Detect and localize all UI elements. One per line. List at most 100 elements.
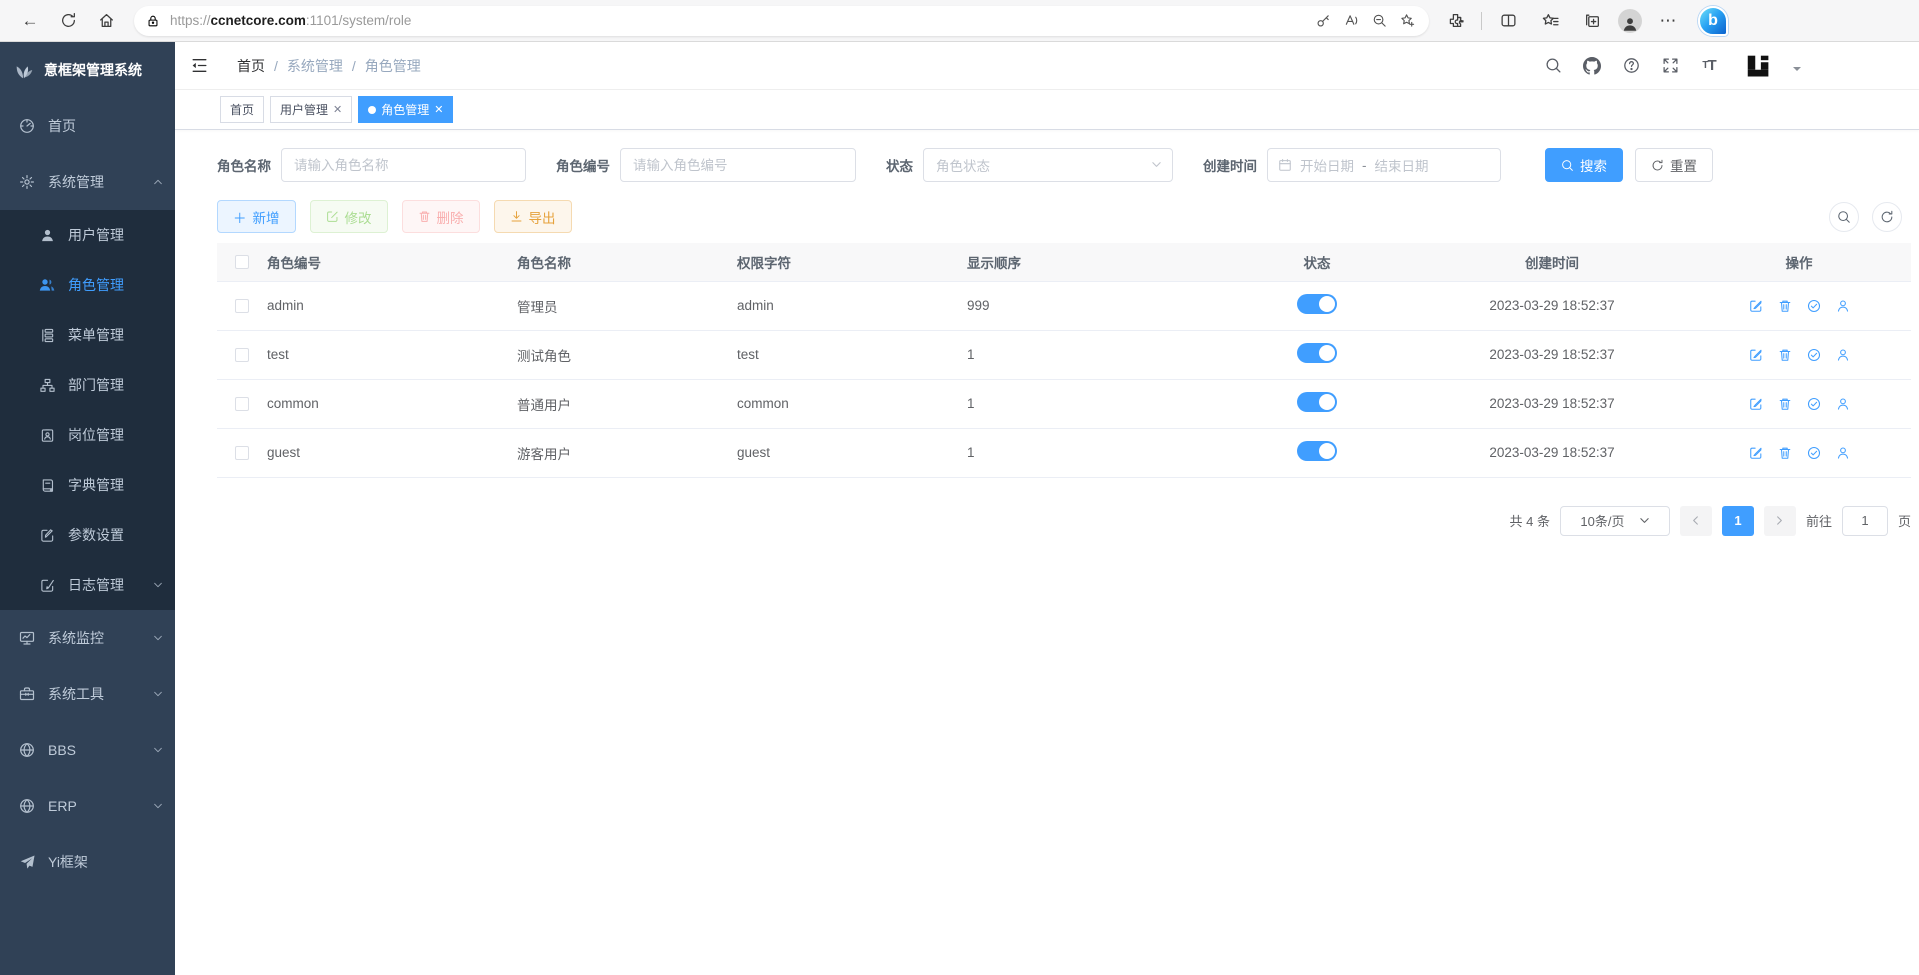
sidebar-item-yi-framework[interactable]: Yi框架 xyxy=(0,834,175,890)
bing-chat-icon[interactable]: b xyxy=(1698,6,1728,36)
profile-avatar[interactable] xyxy=(1618,9,1642,33)
more-menu-icon[interactable]: ⋯ xyxy=(1652,5,1684,37)
tab-user-mgmt[interactable]: 用户管理 ✕ xyxy=(270,96,352,123)
row-delete-icon[interactable] xyxy=(1777,445,1792,460)
row-checkbox[interactable] xyxy=(235,299,249,313)
table-row: common 普通用户 common 1 2023-03-29 18:52:37 xyxy=(217,379,1911,428)
sidebar-item-user-mgmt[interactable]: 用户管理 xyxy=(0,210,175,260)
row-assign-user-icon[interactable] xyxy=(1835,347,1850,362)
row-assign-user-icon[interactable] xyxy=(1835,298,1850,313)
refresh-icon[interactable] xyxy=(52,5,84,37)
date-range-input[interactable]: 开始日期 - 结束日期 xyxy=(1267,148,1501,182)
sidebar-item-system-mgmt[interactable]: 系统管理 xyxy=(0,154,175,210)
home-icon[interactable] xyxy=(90,5,122,37)
show-search-icon[interactable] xyxy=(1829,202,1859,232)
breadcrumb-home[interactable]: 首页 xyxy=(237,56,265,76)
add-button[interactable]: ＋新增 xyxy=(217,200,296,233)
sidebar-item-role-mgmt[interactable]: 角色管理 xyxy=(0,260,175,310)
monitor-icon xyxy=(19,630,35,646)
sidebar-item-home[interactable]: 首页 xyxy=(0,98,175,154)
favorites-icon[interactable] xyxy=(1534,5,1566,37)
delete-button[interactable]: 删除 xyxy=(402,200,480,233)
row-assign-user-icon[interactable] xyxy=(1835,445,1850,460)
user-logo[interactable] xyxy=(1744,51,1774,81)
search-button[interactable]: 搜索 xyxy=(1545,148,1623,182)
status-toggle[interactable] xyxy=(1297,441,1337,461)
zoom-out-icon[interactable] xyxy=(1365,8,1393,34)
row-edit-icon[interactable] xyxy=(1748,347,1763,362)
row-data-scope-icon[interactable] xyxy=(1806,445,1821,460)
read-aloud-icon[interactable] xyxy=(1337,8,1365,34)
github-icon[interactable] xyxy=(1582,56,1602,76)
tab-home[interactable]: 首页 xyxy=(220,96,264,123)
sidebar-item-bbs[interactable]: BBS xyxy=(0,722,175,778)
row-edit-icon[interactable] xyxy=(1748,445,1763,460)
goto-page-input[interactable] xyxy=(1842,506,1888,536)
sidebar-item-dict-mgmt[interactable]: 字典管理 xyxy=(0,460,175,510)
row-delete-icon[interactable] xyxy=(1777,347,1792,362)
status-toggle[interactable] xyxy=(1297,343,1337,363)
status-toggle[interactable] xyxy=(1297,392,1337,412)
sidebar-item-dept-mgmt[interactable]: 部门管理 xyxy=(0,360,175,410)
row-delete-icon[interactable] xyxy=(1777,396,1792,411)
sidebar-item-log-mgmt[interactable]: 日志管理 xyxy=(0,560,175,610)
sidebar-item-post-mgmt[interactable]: 岗位管理 xyxy=(0,410,175,460)
row-delete-icon[interactable] xyxy=(1777,298,1792,313)
split-screen-icon[interactable] xyxy=(1492,5,1524,37)
tab-role-mgmt[interactable]: 角色管理 ✕ xyxy=(358,96,453,123)
search-icon[interactable] xyxy=(1543,56,1563,76)
row-checkbox[interactable] xyxy=(235,348,249,362)
close-icon[interactable]: ✕ xyxy=(434,103,443,116)
row-data-scope-icon[interactable] xyxy=(1806,347,1821,362)
sidebar-item-system-monitor[interactable]: 系统监控 xyxy=(0,610,175,666)
url-text: https://ccnetcore.com:1101/system/role xyxy=(170,13,1309,28)
close-icon[interactable]: ✕ xyxy=(333,103,342,116)
role-name-input[interactable] xyxy=(281,148,526,182)
sidebar-item-param-settings[interactable]: 参数设置 xyxy=(0,510,175,560)
role-code-input[interactable] xyxy=(620,148,856,182)
table-toolbar: ＋新增 修改 删除 导出 xyxy=(217,200,1911,233)
collections-icon[interactable] xyxy=(1576,5,1608,37)
page-unit: 页 xyxy=(1898,511,1911,530)
page-size-select[interactable]: 10条/页 xyxy=(1560,506,1670,536)
chevron-down-icon xyxy=(1639,515,1650,526)
modify-button[interactable]: 修改 xyxy=(310,200,388,233)
row-checkbox[interactable] xyxy=(235,397,249,411)
chevron-down-icon xyxy=(1151,158,1162,173)
toolbox-icon xyxy=(19,686,35,702)
reset-button[interactable]: 重置 xyxy=(1635,148,1713,182)
fullscreen-icon[interactable] xyxy=(1660,56,1680,76)
row-data-scope-icon[interactable] xyxy=(1806,396,1821,411)
sidebar-item-menu-mgmt[interactable]: 菜单管理 xyxy=(0,310,175,360)
gear-icon xyxy=(19,174,35,190)
prev-page-icon[interactable] xyxy=(1680,506,1712,536)
filter-bar: 角色名称 角色编号 状态 角色状态 创建时间 xyxy=(217,148,1911,182)
status-select[interactable]: 角色状态 xyxy=(923,148,1173,182)
total-count: 共 4 条 xyxy=(1510,511,1550,530)
row-checkbox[interactable] xyxy=(235,446,249,460)
row-edit-icon[interactable] xyxy=(1748,396,1763,411)
row-assign-user-icon[interactable] xyxy=(1835,396,1850,411)
sidebar-fold-icon[interactable] xyxy=(183,50,215,82)
breadcrumb-system[interactable]: 系统管理 xyxy=(287,56,343,76)
select-all-checkbox[interactable] xyxy=(235,255,249,269)
status-toggle[interactable] xyxy=(1297,294,1337,314)
password-key-icon[interactable] xyxy=(1309,8,1337,34)
tab-bar: 首页 用户管理 ✕ 角色管理 ✕ xyxy=(175,90,1919,130)
favorite-add-icon[interactable] xyxy=(1393,8,1421,34)
back-icon[interactable]: ← xyxy=(14,5,46,37)
sidebar-item-system-tools[interactable]: 系统工具 xyxy=(0,666,175,722)
next-page-icon[interactable] xyxy=(1764,506,1796,536)
font-size-icon[interactable]: TT xyxy=(1699,56,1719,76)
row-edit-icon[interactable] xyxy=(1748,298,1763,313)
extensions-icon[interactable] xyxy=(1439,5,1471,37)
row-data-scope-icon[interactable] xyxy=(1806,298,1821,313)
address-bar[interactable]: https://ccnetcore.com:1101/system/role xyxy=(134,6,1429,36)
sidebar-item-erp[interactable]: ERP xyxy=(0,778,175,834)
chevron-down-icon[interactable] xyxy=(1793,67,1801,75)
refresh-table-icon[interactable] xyxy=(1872,202,1902,232)
col-display-order: 显示顺序 xyxy=(967,243,1217,281)
help-icon[interactable] xyxy=(1621,56,1641,76)
page-number-1[interactable]: 1 xyxy=(1722,506,1754,536)
export-button[interactable]: 导出 xyxy=(494,200,572,233)
